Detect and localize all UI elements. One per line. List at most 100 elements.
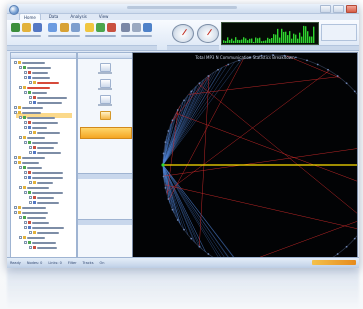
expand-toggle-icon[interactable]	[19, 166, 22, 169]
map-icon[interactable]	[96, 23, 105, 32]
tree-item[interactable]	[29, 81, 59, 84]
tree-item[interactable]	[19, 86, 50, 89]
save-icon[interactable]	[33, 23, 42, 32]
expand-toggle-icon[interactable]	[19, 66, 22, 69]
tree-item[interactable]	[19, 136, 45, 139]
tree-item[interactable]	[24, 221, 49, 224]
expand-toggle-icon[interactable]	[24, 121, 27, 124]
expand-toggle-icon[interactable]	[24, 221, 27, 224]
expand-toggle-icon[interactable]	[29, 131, 32, 134]
tree-item[interactable]	[14, 106, 43, 109]
tree-item[interactable]	[24, 126, 47, 129]
expand-toggle-icon[interactable]	[14, 111, 17, 114]
expand-toggle-icon[interactable]	[29, 101, 32, 104]
tree-item[interactable]	[29, 231, 59, 234]
export-icon[interactable]	[48, 23, 57, 32]
tab-analysis[interactable]: Analysis	[66, 13, 90, 20]
tree-item[interactable]	[29, 101, 62, 104]
tree-item[interactable]	[24, 176, 63, 179]
expand-toggle-icon[interactable]	[24, 91, 27, 94]
tree-item[interactable]	[24, 121, 58, 124]
expand-toggle-icon[interactable]	[19, 186, 22, 189]
tree-item[interactable]	[19, 186, 49, 189]
expand-toggle-icon[interactable]	[29, 196, 32, 199]
status-toggle[interactable]: On	[97, 261, 108, 265]
tab-data[interactable]: Data	[45, 13, 63, 20]
quick-panel[interactable]	[321, 24, 357, 41]
expand-toggle-icon[interactable]	[19, 86, 22, 89]
expand-toggle-icon[interactable]	[29, 151, 32, 154]
expand-toggle-icon[interactable]	[29, 246, 32, 249]
tree-item[interactable]	[19, 216, 46, 219]
help-icon[interactable]	[143, 23, 152, 32]
tree-item[interactable]	[29, 181, 53, 184]
expand-toggle-icon[interactable]	[29, 81, 32, 84]
status-tracks[interactable]: Tracks	[80, 261, 97, 265]
active-tool-bar[interactable]	[80, 127, 132, 139]
expand-toggle-icon[interactable]	[14, 61, 17, 64]
tree-item[interactable]	[14, 211, 48, 214]
settings-icon[interactable]	[132, 23, 141, 32]
expand-toggle-icon[interactable]	[24, 141, 27, 144]
expand-toggle-icon[interactable]	[24, 126, 27, 129]
tree-item[interactable]	[19, 166, 42, 169]
communication-chord-visualization[interactable]: Total MP3 N Communication Statistics Bre…	[132, 52, 358, 258]
tool-button[interactable]	[100, 95, 111, 104]
tab-view[interactable]: View	[95, 13, 113, 20]
tree-item[interactable]	[14, 156, 45, 159]
chart-icon[interactable]	[85, 23, 94, 32]
expand-toggle-icon[interactable]	[19, 116, 22, 119]
report-icon[interactable]	[121, 23, 130, 32]
expand-toggle-icon[interactable]	[24, 71, 27, 74]
tree-item[interactable]	[29, 96, 67, 99]
close-button[interactable]	[346, 5, 357, 13]
tree-item[interactable]	[29, 246, 57, 249]
tool-button[interactable]	[100, 79, 111, 88]
expand-toggle-icon[interactable]	[19, 136, 22, 139]
tree-item[interactable]	[19, 236, 45, 239]
tree-item[interactable]	[24, 171, 63, 174]
expand-toggle-icon[interactable]	[24, 191, 27, 194]
expand-toggle-icon[interactable]	[24, 76, 27, 79]
search-icon[interactable]	[71, 23, 80, 32]
tree-item[interactable]	[19, 66, 51, 69]
expand-toggle-icon[interactable]	[29, 146, 32, 149]
expand-toggle-icon[interactable]	[14, 206, 17, 209]
tree-item[interactable]	[14, 111, 41, 114]
filter-icon[interactable]	[60, 23, 69, 32]
tree-item[interactable]	[29, 131, 60, 134]
tree-item[interactable]	[29, 151, 61, 154]
tree-item[interactable]	[24, 141, 58, 144]
tree-item[interactable]	[24, 241, 56, 244]
expand-toggle-icon[interactable]	[14, 211, 17, 214]
tree-item[interactable]	[29, 196, 54, 199]
tree-item[interactable]	[14, 206, 46, 209]
app-menu-orb-icon[interactable]	[9, 5, 19, 15]
tree-item[interactable]	[14, 61, 45, 64]
minimize-button[interactable]	[320, 5, 331, 13]
link-icon[interactable]	[107, 23, 116, 32]
tool-button[interactable]	[100, 63, 111, 72]
tree-item[interactable]	[14, 161, 39, 164]
maximize-button[interactable]	[333, 5, 344, 13]
tree-item[interactable]	[24, 76, 50, 79]
expand-toggle-icon[interactable]	[14, 106, 17, 109]
expand-toggle-icon[interactable]	[14, 161, 17, 164]
open-icon[interactable]	[22, 23, 31, 32]
tab-home[interactable]: Home	[19, 13, 41, 20]
tree-item[interactable]	[24, 226, 64, 229]
expand-toggle-icon[interactable]	[19, 216, 22, 219]
expand-toggle-icon[interactable]	[24, 171, 27, 174]
tree-item[interactable]	[24, 191, 63, 194]
tree-item[interactable]	[24, 71, 48, 74]
tree-item[interactable]	[29, 146, 54, 149]
tree-item[interactable]	[24, 91, 47, 94]
tree-item[interactable]	[29, 201, 59, 204]
expand-toggle-icon[interactable]	[29, 96, 32, 99]
expand-toggle-icon[interactable]	[29, 201, 32, 204]
expand-toggle-icon[interactable]	[29, 181, 32, 184]
expand-toggle-icon[interactable]	[24, 176, 27, 179]
expand-toggle-icon[interactable]	[14, 156, 17, 159]
expand-toggle-icon[interactable]	[24, 226, 27, 229]
tool-button-active[interactable]	[100, 111, 111, 120]
